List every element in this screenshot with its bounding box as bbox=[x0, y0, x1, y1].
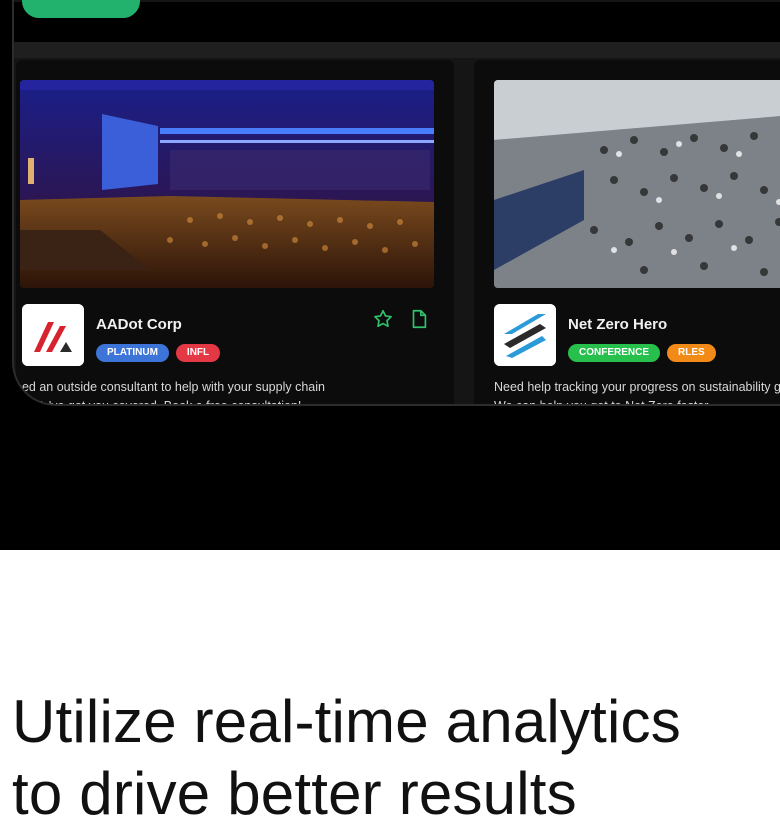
exhibitor-name: Net Zero Hero bbox=[568, 316, 668, 333]
app-showcase: AADot Corp PLATINUM INFL Need an outside… bbox=[0, 0, 780, 550]
section-headline: Utilize real-time analytics to drive bet… bbox=[12, 686, 681, 830]
exhibitor-name: AADot Corp bbox=[96, 316, 182, 333]
event-photo bbox=[20, 80, 434, 288]
badge-conference: CONFERENCE bbox=[568, 344, 661, 362]
event-photo bbox=[494, 80, 780, 288]
aadot-logo-icon bbox=[22, 304, 84, 366]
star-icon[interactable] bbox=[372, 308, 394, 330]
card-actions bbox=[372, 308, 430, 330]
headline-line-1: Utilize real-time analytics bbox=[12, 688, 681, 755]
exhibitor-card[interactable]: Net Zero Hero CONFERENCE RLES Need help … bbox=[474, 60, 780, 406]
badge-platinum: PLATINUM bbox=[96, 344, 169, 362]
document-icon[interactable] bbox=[408, 308, 430, 330]
badge-rles: RLES bbox=[667, 344, 716, 362]
header-divider bbox=[14, 42, 780, 58]
badge-influencer: INFL bbox=[175, 344, 221, 362]
net-zero-hero-logo-icon bbox=[494, 304, 556, 366]
device-frame: AADot Corp PLATINUM INFL Need an outside… bbox=[12, 0, 780, 406]
exhibitor-card[interactable]: AADot Corp PLATINUM INFL Need an outside… bbox=[16, 60, 454, 406]
badge-group: CONFERENCE RLES bbox=[568, 344, 716, 362]
primary-action-button[interactable] bbox=[22, 0, 140, 18]
exhibitor-description: Need help tracking your progress on sust… bbox=[494, 380, 780, 406]
badge-group: PLATINUM INFL bbox=[96, 344, 221, 362]
exhibitor-description: Need an outside consultant to help with … bbox=[16, 380, 325, 406]
headline-line-2: to drive better results bbox=[12, 760, 577, 827]
